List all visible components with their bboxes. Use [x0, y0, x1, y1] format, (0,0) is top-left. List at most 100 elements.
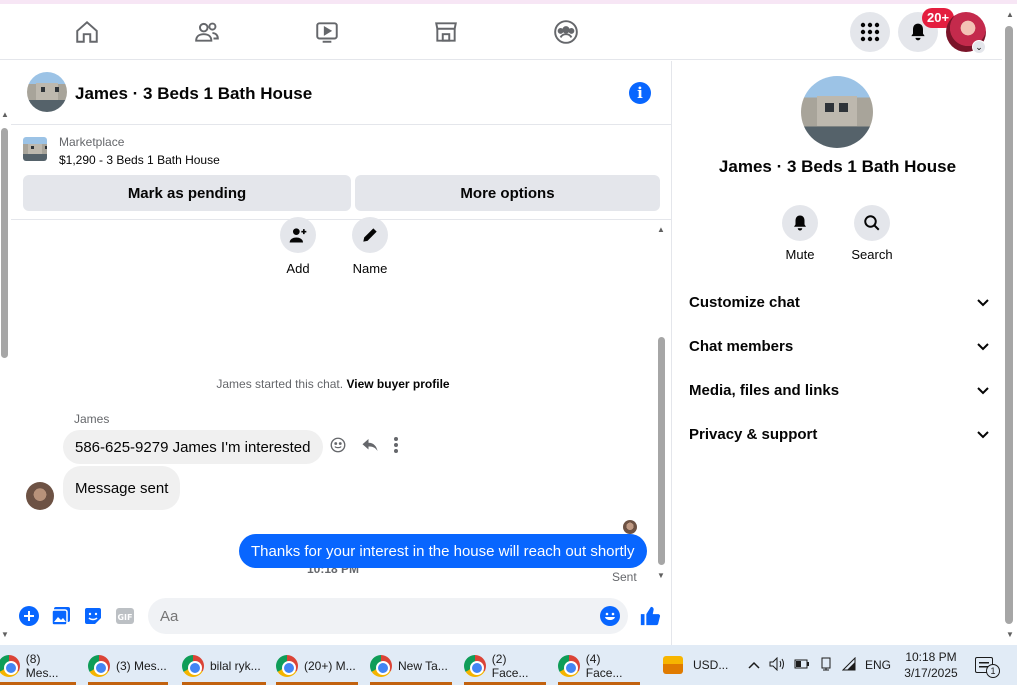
search-label: Search: [851, 247, 893, 262]
emoji-icon[interactable]: [599, 605, 621, 627]
taskbar-item[interactable]: New Ta...: [370, 647, 452, 685]
task-label: bilal ryk...: [210, 659, 261, 673]
sender-name: James: [74, 412, 110, 426]
add-people-action[interactable]: Add: [268, 217, 328, 276]
taskbar-item[interactable]: (2) Face...: [464, 647, 546, 685]
task-label: (20+) M...: [304, 659, 356, 673]
customize-chat-section[interactable]: Customize chat: [689, 282, 989, 322]
name-chat-action[interactable]: Name: [340, 217, 400, 276]
add-person-icon: [280, 217, 316, 253]
action-center[interactable]: 1: [975, 645, 1000, 685]
menu-grid-icon[interactable]: [850, 12, 890, 52]
browser-scrollbar[interactable]: ▲ ▼: [1002, 4, 1017, 645]
chat-scrollbar[interactable]: ▲ ▼: [656, 221, 670, 581]
taskbar-item[interactable]: (8) Mes...: [0, 647, 76, 685]
message-list: Add Name James started this chat. View b…: [11, 217, 672, 581]
chat-scroll-thumb[interactable]: [658, 337, 665, 565]
chevron-down-icon: [977, 338, 989, 355]
add-label: Add: [286, 261, 310, 276]
section-label: Chat members: [689, 337, 794, 355]
mute-label: Mute: [785, 247, 815, 262]
chat-window: James · 3 Beds 1 Bath House i Marketplac…: [11, 61, 672, 645]
system-tray: ENG: [748, 645, 891, 685]
page-scrollbar[interactable]: ▲ ▼: [0, 110, 10, 640]
react-emoji-icon[interactable]: [329, 436, 347, 459]
plus-circle-icon[interactable]: [18, 605, 40, 627]
mark-as-pending-button[interactable]: Mark as pending: [23, 175, 351, 211]
incoming-message[interactable]: Message sent: [63, 466, 181, 510]
chat-details-panel: James · 3 Beds 1 Bath House Mute Search …: [673, 61, 1002, 645]
taskbar-item[interactable]: (20+) M...: [276, 647, 358, 685]
currency-icon: [663, 656, 683, 674]
panel-listing-photo[interactable]: [801, 76, 873, 148]
marketplace-icon[interactable]: [432, 18, 460, 46]
chat-started-text: James started this chat.: [216, 377, 344, 391]
chrome-icon: [370, 655, 392, 677]
account-chevron-icon[interactable]: ⌄: [972, 40, 986, 54]
bell-icon: [782, 205, 818, 241]
currency-widget[interactable]: USD...: [663, 645, 728, 685]
chat-listing-photo[interactable]: [27, 72, 67, 112]
outgoing-message[interactable]: Thanks for your interest in the house wi…: [239, 534, 647, 568]
currency-label: USD...: [693, 658, 729, 672]
message-input[interactable]: [148, 598, 628, 634]
search-action[interactable]: Search: [842, 205, 902, 262]
task-label: (2) Face...: [491, 652, 529, 680]
panel-title: James · 3 Beds 1 Bath House: [718, 157, 957, 176]
browser-scroll-down-icon[interactable]: ▼: [1006, 630, 1014, 639]
chat-members-section[interactable]: Chat members: [689, 326, 989, 366]
browser-scroll-thumb[interactable]: [1005, 26, 1013, 624]
watch-icon[interactable]: [313, 18, 341, 46]
home-icon[interactable]: [73, 18, 101, 46]
scroll-down-arrow-icon[interactable]: ▼: [1, 630, 9, 639]
friends-icon[interactable]: [193, 18, 221, 46]
chat-scroll-down-icon[interactable]: ▼: [657, 571, 665, 580]
chat-scroll-up-icon[interactable]: ▲: [657, 225, 665, 234]
listing-thumbnail[interactable]: [23, 137, 47, 161]
volume-icon[interactable]: [769, 656, 785, 674]
chat-title[interactable]: James · 3 Beds 1 Bath House: [75, 84, 312, 104]
sender-avatar[interactable]: [26, 482, 54, 510]
photo-gallery-icon[interactable]: [50, 605, 72, 627]
groups-icon[interactable]: [552, 18, 580, 46]
connect-icon[interactable]: [819, 657, 833, 674]
more-dots-icon[interactable]: [393, 436, 399, 459]
info-icon[interactable]: i: [629, 82, 651, 104]
listing-price-title[interactable]: $1,290 - 3 Beds 1 Bath House: [59, 153, 220, 167]
section-label: Privacy & support: [689, 425, 818, 443]
clock-date: 3/17/2025: [904, 666, 958, 680]
taskbar-item[interactable]: bilal ryk...: [182, 647, 266, 685]
clock[interactable]: 10:18 PM 3/17/2025: [896, 645, 966, 685]
mute-action[interactable]: Mute: [770, 205, 830, 262]
notification-count: 1: [986, 664, 1000, 678]
incoming-message[interactable]: 586-625-9279 James I'm interested: [63, 430, 323, 464]
sticker-icon[interactable]: [82, 605, 104, 627]
wifi-icon[interactable]: [841, 656, 856, 674]
like-thumb-icon[interactable]: [639, 605, 661, 627]
scroll-up-arrow-icon[interactable]: ▲: [1, 110, 9, 119]
chrome-icon: [276, 655, 298, 677]
chevron-up-icon[interactable]: [748, 658, 760, 672]
privacy-support-section[interactable]: Privacy & support: [689, 414, 989, 454]
gif-icon[interactable]: GIF: [114, 605, 136, 627]
battery-icon[interactable]: [794, 658, 810, 672]
chat-started-notice: James started this chat. View buyer prof…: [11, 377, 655, 391]
clock-time: 10:18 PM: [905, 650, 957, 664]
media-files-links-section[interactable]: Media, files and links: [689, 370, 989, 410]
section-label: Customize chat: [689, 293, 800, 311]
message-tools: [329, 436, 399, 459]
task-label: (4) Face...: [585, 652, 623, 680]
search-icon: [854, 205, 890, 241]
section-label: Media, files and links: [689, 381, 840, 399]
reply-icon[interactable]: [361, 436, 379, 459]
scroll-thumb[interactable]: [1, 128, 8, 358]
view-buyer-profile-link[interactable]: View buyer profile: [346, 377, 449, 391]
taskbar-item[interactable]: (4) Face...: [558, 647, 640, 685]
taskbar-item[interactable]: (3) Mes...: [88, 647, 168, 685]
more-options-button[interactable]: More options: [355, 175, 660, 211]
chrome-icon: [182, 655, 204, 677]
browser-scroll-up-icon[interactable]: ▲: [1006, 10, 1014, 19]
language-indicator[interactable]: ENG: [865, 658, 891, 672]
pencil-icon: [352, 217, 388, 253]
name-label: Name: [352, 261, 388, 276]
